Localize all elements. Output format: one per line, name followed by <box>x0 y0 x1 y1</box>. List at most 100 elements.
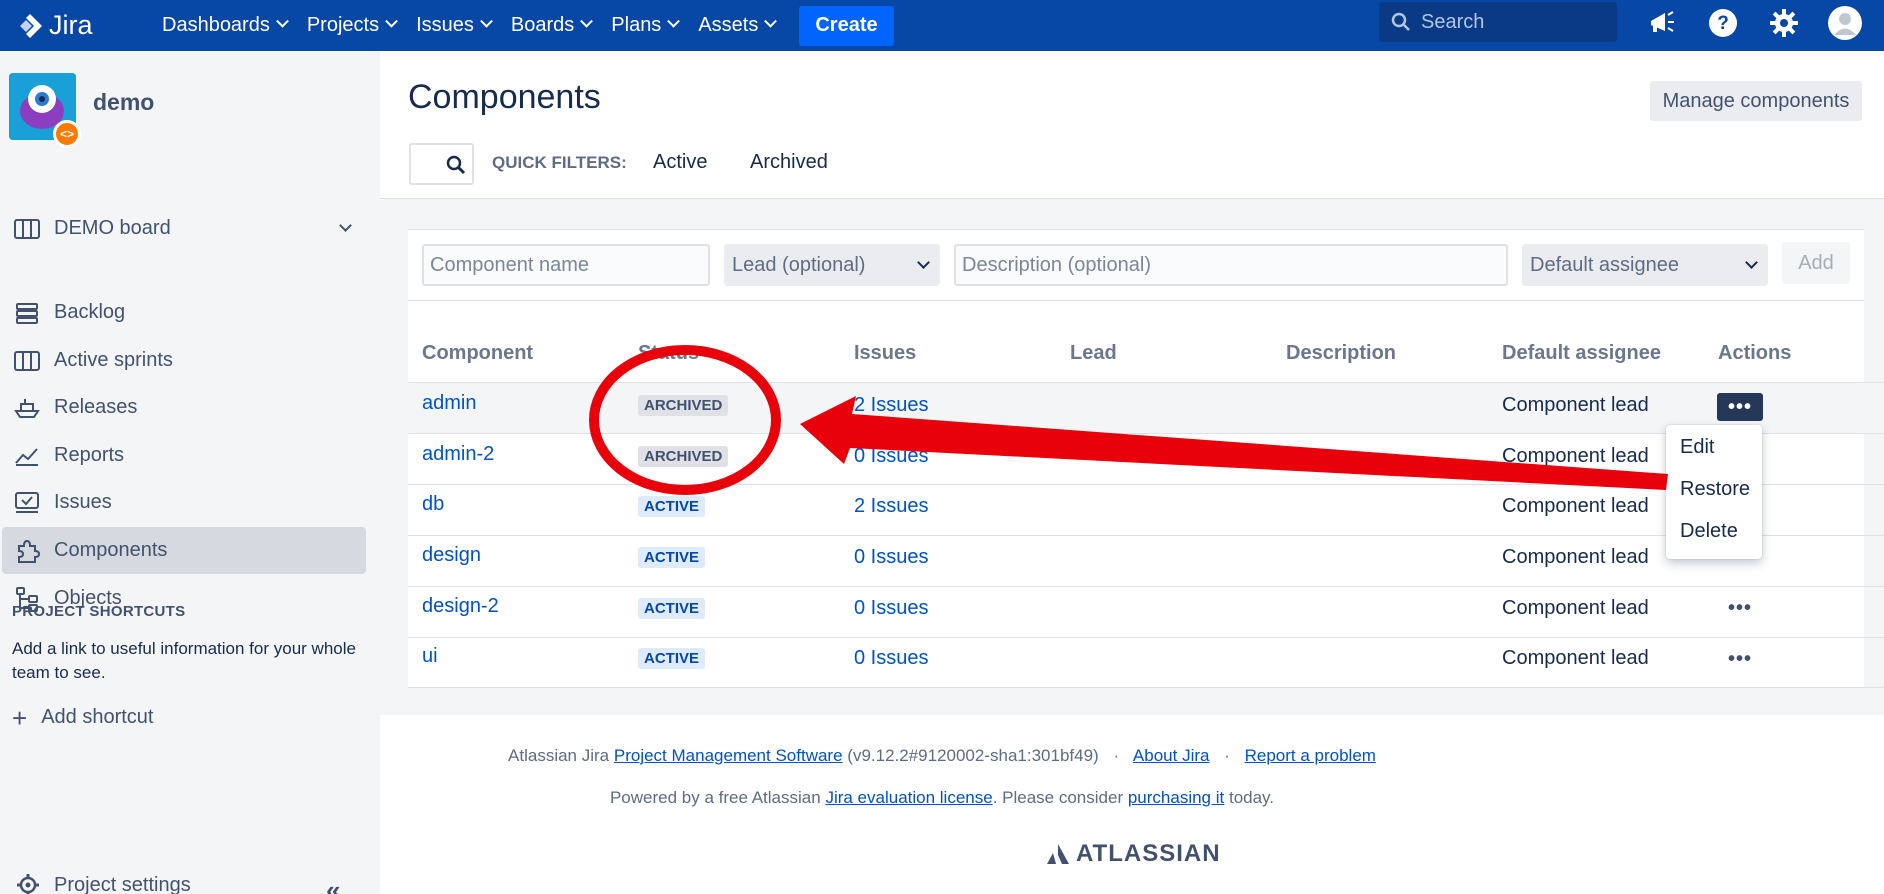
status-badge: ACTIVE <box>638 598 706 619</box>
chevron-down-icon <box>385 14 398 28</box>
column-header-lead: Lead <box>1070 342 1117 364</box>
default-assignee-cell: Component lead <box>1502 495 1649 517</box>
nav-projects[interactable]: Projects <box>297 0 406 51</box>
footer-prefix: Atlassian Jira <box>508 746 610 765</box>
nav-label: Dashboards <box>162 14 270 36</box>
add-shortcut-label: Add shortcut <box>41 706 154 728</box>
form-top-divider <box>408 229 1864 230</box>
footer-line-1: Atlassian Jira Project Management Softwa… <box>0 746 1884 766</box>
component-link[interactable]: admin <box>422 392 476 415</box>
footer-link-report[interactable]: Report a problem <box>1245 746 1376 765</box>
issues-link[interactable]: 2 Issues <box>854 394 928 417</box>
nav-label: Issues <box>416 14 474 36</box>
sidebar-item-issues[interactable]: Issues <box>2 479 366 526</box>
component-link[interactable]: db <box>422 493 444 516</box>
actions-menu-button[interactable]: ••• <box>1717 393 1763 421</box>
manage-components-button[interactable]: Manage components <box>1650 81 1862 121</box>
actions-menu-button[interactable]: ••• <box>1717 594 1763 622</box>
create-button[interactable]: Create <box>799 5 894 46</box>
lead-select[interactable]: Lead (optional) <box>724 244 940 286</box>
project-code-badge-icon: <> <box>53 120 81 148</box>
ship-icon <box>12 397 42 419</box>
project-shortcuts-text: Add a link to useful information for you… <box>12 639 356 682</box>
add-component-button[interactable]: Add <box>1782 242 1850 284</box>
footer-powered-suffix: today. <box>1228 788 1275 807</box>
jira-logo-icon <box>20 13 42 38</box>
menu-item-delete[interactable]: Delete <box>1680 520 1738 543</box>
settings-gear-icon[interactable] <box>1767 6 1801 40</box>
jira-logo[interactable]: Jira <box>16 10 128 41</box>
issues-link[interactable]: 0 Issues <box>854 647 928 670</box>
issues-link[interactable]: 0 Issues <box>854 445 928 468</box>
chevron-down-icon <box>480 14 493 28</box>
board-label: DEMO board <box>54 217 171 239</box>
sidebar-item-components[interactable]: Components <box>2 527 366 574</box>
nav-dashboards[interactable]: Dashboards <box>152 0 297 51</box>
issues-link[interactable]: 0 Issues <box>854 597 928 620</box>
add-shortcut-button[interactable]: + Add shortcut <box>12 705 154 731</box>
search-icon <box>446 155 466 175</box>
project-name: demo <box>93 89 155 115</box>
status-badge: ACTIVE <box>638 547 706 568</box>
quick-filters-label: QUICK FILTERS: <box>492 153 627 172</box>
footer-link-pms[interactable]: Project Management Software <box>614 746 843 765</box>
help-icon[interactable]: ? <box>1706 6 1740 40</box>
default-assignee-select[interactable]: Default assignee <box>1522 244 1768 286</box>
sidebar-item-active-sprints[interactable]: Active sprints <box>2 337 366 384</box>
sidebar-item-label: Components <box>54 539 168 561</box>
sidebar-item-label: Releases <box>54 396 138 418</box>
lead-placeholder: Lead (optional) <box>732 253 866 276</box>
page-title: Components <box>408 78 601 116</box>
footer-link-purchase[interactable]: purchasing it <box>1128 788 1224 807</box>
sidebar-item-reports[interactable]: Reports <box>2 432 366 479</box>
description-field[interactable]: Description (optional) <box>954 244 1508 286</box>
chevron-down-icon <box>1745 256 1758 269</box>
nav-issues[interactable]: Issues <box>406 0 501 51</box>
nav-label: Assets <box>698 14 759 36</box>
chevron-down-icon <box>339 219 352 232</box>
table-bottom-border <box>408 687 1884 688</box>
footer-link-license[interactable]: Jira evaluation license <box>825 788 992 807</box>
issues-link[interactable]: 0 Issues <box>854 546 928 569</box>
chevron-down-icon <box>275 14 289 28</box>
nav-plans[interactable]: Plans <box>601 0 688 51</box>
user-avatar[interactable] <box>1828 6 1862 40</box>
nav-assets[interactable]: Assets <box>688 0 785 51</box>
component-link[interactable]: ui <box>422 645 438 668</box>
sidebar-item-releases[interactable]: Releases <box>2 384 366 431</box>
board-selector[interactable]: DEMO board <box>2 205 366 252</box>
sidebar-item-label: Backlog <box>54 301 126 323</box>
footer-link-about[interactable]: About Jira <box>1133 746 1210 765</box>
component-name-field[interactable]: Component name <box>422 244 710 286</box>
nav-boards[interactable]: Boards <box>501 0 601 51</box>
search-placeholder: Search <box>1421 10 1485 33</box>
atlassian-logo-icon <box>1047 844 1069 864</box>
column-header-component[interactable]: Component <box>422 342 533 365</box>
chevron-down-icon <box>764 14 778 28</box>
status-badge: ARCHIVED <box>638 446 729 467</box>
menu-item-edit[interactable]: Edit <box>1680 436 1714 459</box>
project-settings-link[interactable]: Project settings <box>16 873 191 894</box>
issues-link[interactable]: 2 Issues <box>854 495 928 518</box>
component-link[interactable]: design-2 <box>422 595 499 618</box>
quick-filter-active[interactable]: Active <box>653 151 707 174</box>
menu-item-restore[interactable]: Restore <box>1680 478 1750 501</box>
table-row <box>408 586 1884 637</box>
component-filter-search[interactable] <box>409 143 474 185</box>
component-link[interactable]: admin-2 <box>422 443 494 466</box>
component-link[interactable]: design <box>422 544 481 567</box>
sidebar-item-backlog[interactable]: Backlog <box>2 289 366 336</box>
actions-menu-button[interactable]: ••• <box>1717 645 1763 673</box>
sidebar-item-label: Active sprints <box>54 349 173 371</box>
chart-icon <box>12 445 42 467</box>
quick-filter-archived[interactable]: Archived <box>750 151 828 174</box>
footer-separator: · <box>1113 746 1120 765</box>
default-assignee-cell: Component lead <box>1502 394 1649 416</box>
default-assignee-cell: Component lead <box>1502 546 1649 568</box>
collapse-sidebar-icon[interactable]: « <box>326 875 340 894</box>
status-badge: ACTIVE <box>638 648 706 669</box>
notifications-megaphone-icon[interactable] <box>1645 6 1679 40</box>
atlassian-logo[interactable]: ATLASSIAN <box>1046 840 1221 868</box>
column-header-default-assignee: Default assignee <box>1502 342 1661 364</box>
search-input[interactable]: Search <box>1379 2 1617 42</box>
